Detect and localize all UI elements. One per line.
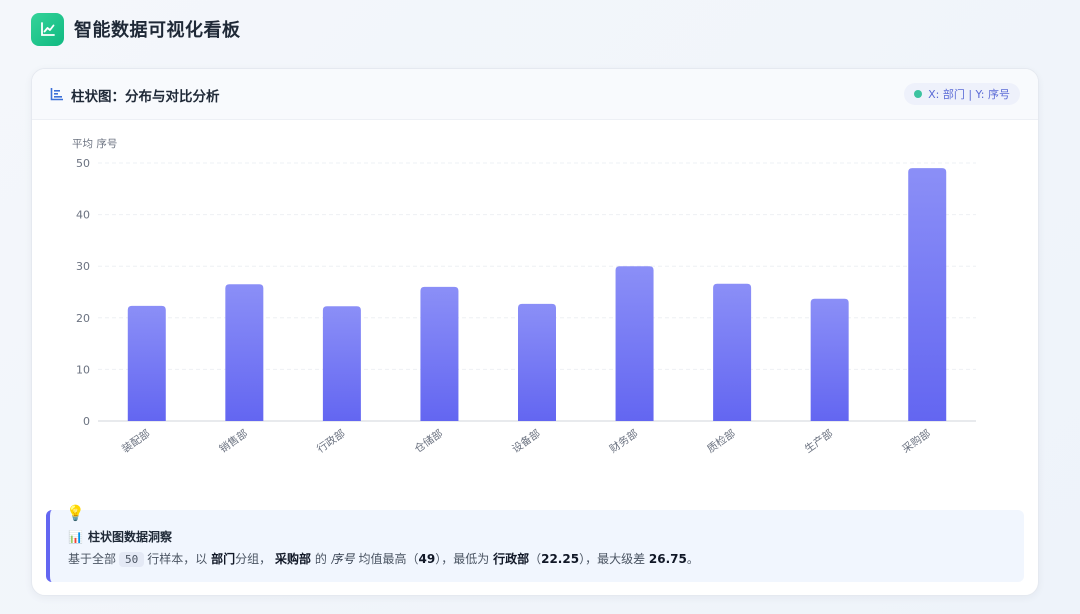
insight-rows: 行样本，以 (147, 552, 208, 566)
axis-badge: X: 部门 | Y: 序号 (904, 83, 1020, 105)
insight-max: 均值最高（ (358, 552, 419, 566)
y-axis-label: 平均 序号 (72, 137, 117, 150)
bar[interactable] (518, 303, 556, 421)
insight-min: ），最低为 (435, 552, 490, 566)
range-value: 26.75 (648, 552, 687, 566)
bar[interactable] (713, 283, 752, 421)
insight-of: 的 (314, 552, 327, 566)
insight-title: 📊 柱状图数据洞察 (68, 528, 172, 545)
min-category: 行政部 (493, 552, 530, 566)
y-tick-label: 50 (76, 157, 90, 170)
bar[interactable] (225, 284, 264, 421)
badge-text: X: 部门 | Y: 序号 (928, 88, 1010, 101)
y-tick-label: 10 (76, 363, 90, 376)
bar[interactable] (810, 298, 849, 421)
x-tick-label: 质检部 (705, 427, 738, 456)
chart-card: 柱状图：分布与对比分析 X: 部门 | Y: 序号 平均 序号 0 10 20 30 4… (31, 68, 1039, 596)
card-title-wrap: 柱状图：分布与对比分析 (50, 85, 220, 105)
x-tick-label: 财务部 (607, 427, 640, 456)
y-tick-label: 40 (76, 209, 90, 222)
bar[interactable] (420, 286, 459, 421)
y-tick-label: 0 (83, 415, 90, 428)
insight-title-text: 柱状图数据洞察 (87, 530, 172, 544)
insight-text: 基于全部 50 行样本，以 部门分组， 采购部 的 序号 均值最高（49），最低为 … (68, 550, 699, 567)
insight-range: ），最大级差 (579, 552, 646, 566)
bar[interactable] (127, 305, 166, 421)
y-tick-label: 30 (76, 260, 90, 273)
x-tick-label: 生产部 (802, 427, 835, 456)
min-value: 22.25 (541, 552, 580, 566)
insight-paren: （ (529, 552, 542, 566)
bar-chart-icon (50, 86, 64, 105)
line-chart-icon (31, 12, 64, 46)
sample-count-chip: 50 (119, 552, 145, 567)
card-header: 柱状图：分布与对比分析 X: 部门 | Y: 序号 (32, 69, 1038, 120)
x-tick-label: 行政部 (314, 427, 347, 456)
max-value: 49 (418, 552, 436, 566)
stats-icon: 📊 (68, 529, 83, 544)
app-title: 智能数据可视化看板 (74, 20, 241, 41)
lightbulb-icon: 💡 (66, 504, 85, 522)
insight-panel: 💡 📊 柱状图数据洞察 基于全部 50 行样本，以 部门分组， 采购部 的 序号 均… (46, 504, 1024, 582)
bar[interactable] (322, 306, 361, 421)
insight-group: 分组， (235, 552, 272, 566)
insight-end: 。 (686, 552, 699, 566)
x-tick-label: 仓储部 (412, 427, 445, 456)
x-tick-label: 采购部 (900, 427, 933, 456)
y-tick-label: 20 (76, 312, 90, 325)
x-tick-label: 设备部 (509, 427, 542, 456)
x-tick-label: 装配部 (119, 427, 152, 456)
bar-chart: 平均 序号 0 10 20 30 40 50 装配部 销售部 行政部 仓储部 设备部 财务部 质检部 生… (72, 137, 976, 456)
x-tick-label: 销售部 (217, 427, 250, 456)
app-header: 智能数据可视化看板 (31, 12, 241, 46)
group-field: 部门 (211, 552, 236, 566)
bar[interactable] (615, 266, 654, 421)
bar[interactable] (908, 168, 947, 421)
badge-dot (914, 90, 923, 98)
insight-prefix: 基于全部 (68, 552, 117, 566)
metric-name: 序号 (330, 552, 355, 566)
max-category: 采购部 (274, 552, 311, 566)
card-title: 柱状图：分布与对比分析 (71, 89, 220, 105)
